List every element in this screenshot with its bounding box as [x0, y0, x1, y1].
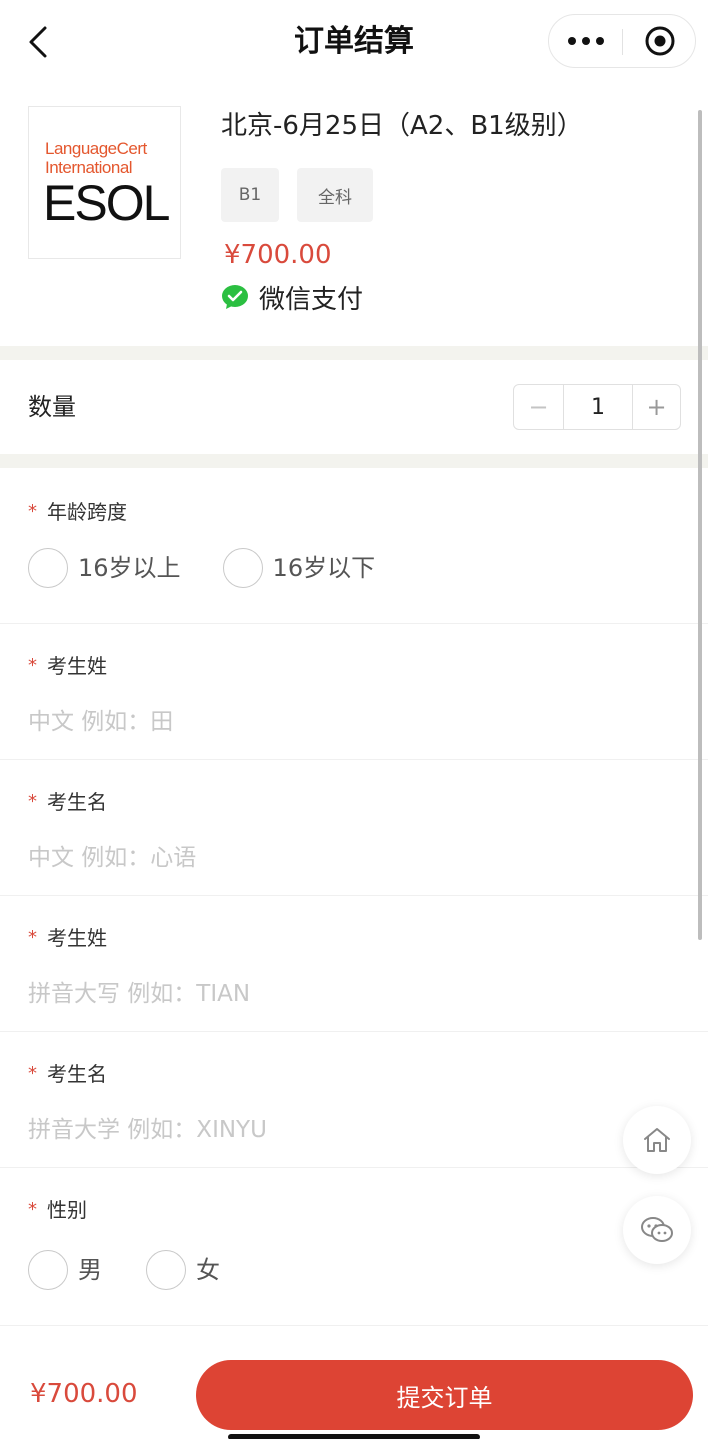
quantity-plus-button[interactable]: +	[632, 385, 680, 429]
surname-cn-label-text: 考生姓	[47, 654, 107, 678]
surname-pinyin-input[interactable]	[28, 974, 628, 1014]
gender-label-text: 性别	[47, 1198, 87, 1222]
more-button[interactable]	[549, 15, 623, 67]
radio-circle[interactable]	[222, 548, 263, 588]
quantity-value[interactable]: 1	[564, 385, 632, 429]
age-radio-group: 16岁以上 16岁以下	[28, 548, 375, 588]
radio-circle[interactable]	[28, 548, 68, 588]
close-button[interactable]	[623, 15, 697, 67]
quantity-stepper: − 1 +	[513, 384, 681, 430]
total-price: ¥700.00	[30, 1379, 138, 1409]
product-title: 北京-6月25日（A2、B1级别）	[221, 111, 583, 141]
more-dot	[582, 37, 590, 45]
section-gap	[0, 346, 708, 360]
logo-text-brand: LanguageCert	[45, 139, 147, 158]
required-mark: *	[28, 1199, 37, 1220]
form-item-gender: * 性别 男 女	[0, 1168, 708, 1326]
form-item-age: * 年龄跨度 16岁以上 16岁以下	[0, 468, 708, 624]
chat-icon	[641, 1217, 673, 1242]
payment-method: 微信支付	[221, 280, 364, 315]
gender-radio-group: 男 女	[28, 1250, 220, 1290]
given-pinyin-label-text: 考生名	[47, 1062, 107, 1086]
tag-subject: 全科	[297, 168, 373, 222]
form-item-surname-cn: * 考生姓	[0, 624, 708, 760]
mini-program-capsule	[548, 14, 696, 68]
form-item-given-pinyin: * 考生名	[0, 1032, 708, 1168]
more-dots-icon	[568, 37, 576, 45]
gender-label: * 性别	[28, 1196, 87, 1224]
form-item-given-cn: * 考生名	[0, 760, 708, 896]
surname-cn-input[interactable]	[28, 702, 628, 742]
payment-label: 微信支付	[259, 284, 364, 315]
home-button[interactable]	[623, 1106, 691, 1174]
submit-order-button[interactable]: 提交订单	[196, 1360, 693, 1430]
more-dot	[596, 37, 604, 45]
home-icon	[644, 1128, 670, 1152]
nav-bar: 订单结算	[0, 0, 708, 84]
scrollbar[interactable]	[698, 110, 702, 940]
form-item-surname-pinyin: * 考生姓	[0, 896, 708, 1032]
logo-text-main: ESOL	[43, 175, 170, 231]
age-label: * 年龄跨度	[28, 498, 127, 526]
bottom-bar: ¥700.00 提交订单	[0, 1340, 708, 1439]
product-card: LanguageCert International ESOL 北京-6月25日…	[0, 84, 708, 346]
given-cn-label: * 考生名	[28, 788, 107, 816]
required-mark: *	[28, 501, 37, 522]
target-circle-icon	[645, 26, 675, 56]
quantity-row: 数量 − 1 +	[0, 360, 708, 454]
radio-age-under-16[interactable]: 16岁以下	[222, 548, 376, 588]
surname-cn-label: * 考生姓	[28, 652, 107, 680]
given-cn-input[interactable]	[28, 838, 628, 878]
required-mark: *	[28, 655, 37, 676]
given-pinyin-input[interactable]	[28, 1110, 628, 1150]
quantity-label: 数量	[28, 393, 76, 421]
radio-circle[interactable]	[146, 1250, 186, 1290]
radio-label: 女	[196, 1256, 220, 1284]
section-gap	[0, 454, 708, 468]
given-pinyin-label: * 考生名	[28, 1060, 107, 1088]
surname-pinyin-label: * 考生姓	[28, 924, 107, 952]
quantity-minus-button[interactable]: −	[514, 385, 564, 429]
customer-service-button[interactable]	[623, 1196, 691, 1264]
tag-level: B1	[221, 168, 279, 222]
surname-pinyin-label-text: 考生姓	[47, 926, 107, 950]
home-indicator	[228, 1434, 480, 1439]
required-mark: *	[28, 791, 37, 812]
given-cn-label-text: 考生名	[47, 790, 107, 814]
radio-label: 16岁以上	[78, 554, 181, 582]
radio-gender-female[interactable]: 女	[146, 1250, 220, 1290]
required-mark: *	[28, 927, 37, 948]
age-label-text: 年龄跨度	[47, 500, 127, 524]
required-mark: *	[28, 1063, 37, 1084]
radio-circle[interactable]	[28, 1250, 68, 1290]
radio-label: 男	[78, 1256, 102, 1284]
radio-age-over-16[interactable]: 16岁以上	[28, 548, 181, 588]
product-price: ¥700.00	[224, 240, 332, 270]
wechat-pay-icon	[222, 285, 248, 309]
radio-label: 16岁以下	[272, 554, 376, 582]
radio-gender-male[interactable]: 男	[28, 1250, 102, 1290]
product-logo: LanguageCert International ESOL	[28, 106, 181, 259]
